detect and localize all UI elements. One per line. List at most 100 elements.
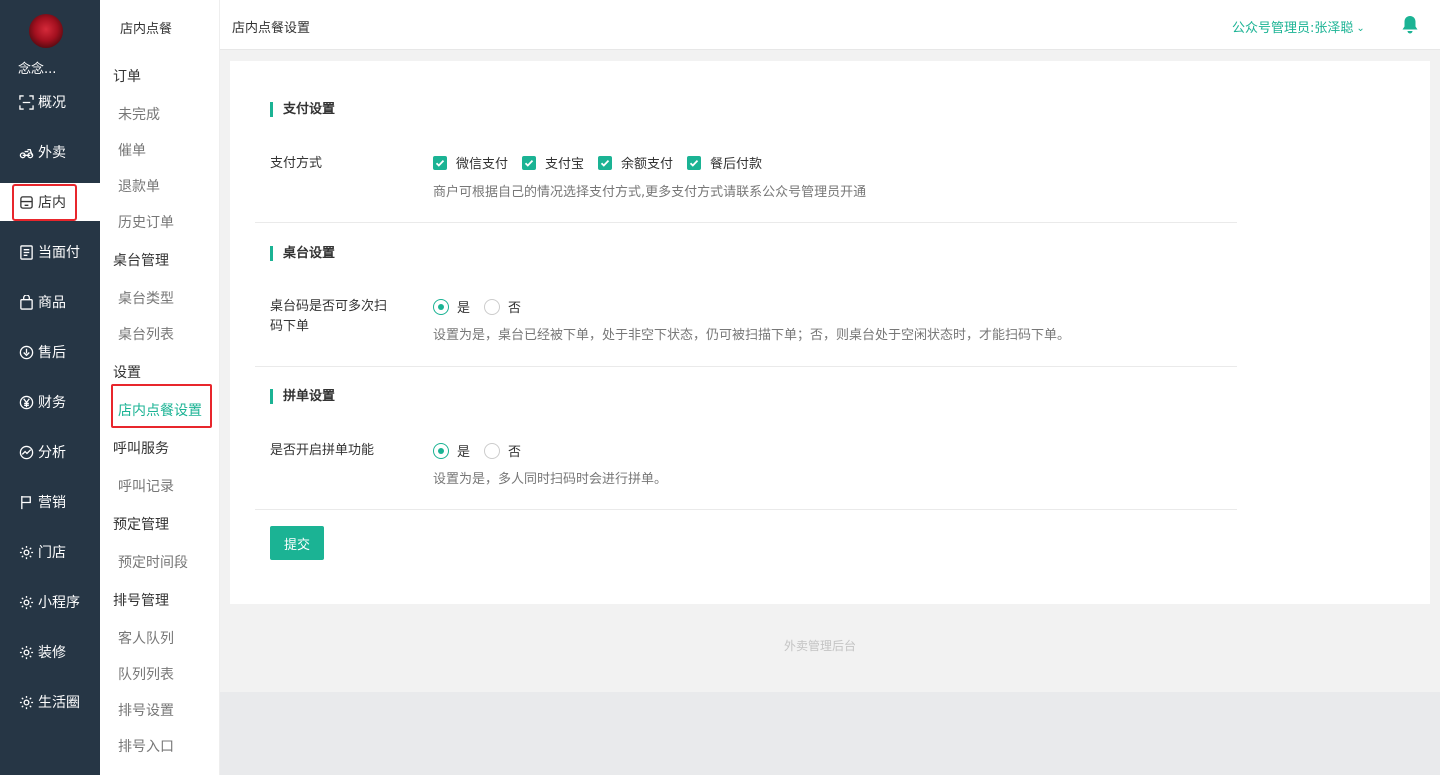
radio-label: 是 <box>457 301 471 316</box>
nav-item-mini-program[interactable]: 小程序 <box>0 583 100 621</box>
nav-item-finance[interactable]: 财务 <box>0 383 100 421</box>
gear-icon <box>18 644 34 660</box>
sub-link-reservation-slots[interactable]: 预定时间段 <box>118 552 188 572</box>
bag-icon <box>18 294 34 310</box>
radio-table-no[interactable]: 否 <box>484 297 521 316</box>
flag-icon <box>18 494 34 510</box>
gear-icon <box>18 544 34 560</box>
radio-label: 否 <box>508 445 522 460</box>
payment-options: 微信支付 支付宝 余额支付 餐后付款 <box>433 153 776 172</box>
nav-item-label: 小程序 <box>38 595 80 611</box>
main-content: 支付设置 支付方式 微信支付 支付宝 余额支付 餐后付款 商户可根据自己的情况选… <box>220 50 1440 692</box>
nav-item-label: 装修 <box>38 645 66 661</box>
payment-help-text: 商户可根据自己的情况选择支付方式,更多支付方式请联系公众号管理员开通 <box>433 185 867 200</box>
nav-item-label: 财务 <box>38 395 66 411</box>
sub-link-table-types[interactable]: 桌台类型 <box>118 288 174 308</box>
radio-label: 是 <box>457 445 471 460</box>
nav-item-face-pay[interactable]: 当面付 <box>0 233 100 271</box>
sub-menu: 店内点餐 订单 未完成 催单 退款单 历史订单 桌台管理 桌台类型 桌台列表 设… <box>100 0 220 775</box>
takeout-icon <box>18 144 34 160</box>
radio-selected-icon <box>433 442 449 459</box>
sub-group-orders: 订单 <box>113 69 141 85</box>
section-title-table: 桌台设置 <box>270 246 335 261</box>
table-multi-scan-options: 是 否 <box>433 297 535 316</box>
sub-group-settings: 设置 <box>113 365 141 381</box>
analytics-icon <box>18 444 34 460</box>
nav-item-takeout[interactable]: 外卖 <box>0 133 100 171</box>
section-title-payment: 支付设置 <box>270 102 335 117</box>
submit-button[interactable]: 提交 <box>270 526 324 560</box>
checkbox-checked-icon <box>433 155 447 170</box>
checkbox-checked-icon <box>522 155 537 170</box>
sub-link-call-records[interactable]: 呼叫记录 <box>118 476 174 496</box>
nav-item-overview[interactable]: 概况 <box>0 83 100 121</box>
sub-group-tables: 桌台管理 <box>113 253 169 269</box>
radio-selected-icon <box>433 298 449 315</box>
payment-method-label: 支付方式 <box>270 156 323 171</box>
radio-label: 否 <box>508 301 522 316</box>
group-order-help-text: 设置为是，多人同时扫码时会进行拼单。 <box>433 472 668 487</box>
nav-item-label: 生活圈 <box>38 695 80 711</box>
after-sale-icon <box>18 344 34 360</box>
nav-item-label: 营销 <box>38 495 66 511</box>
nav-item-marketing[interactable]: 营销 <box>0 483 100 521</box>
sub-link-dine-in-settings[interactable]: 店内点餐设置 <box>118 400 202 420</box>
face-pay-icon <box>18 244 34 260</box>
nav-item-decoration[interactable]: 装修 <box>0 633 100 671</box>
sub-link-queue-settings[interactable]: 排号设置 <box>118 700 174 720</box>
nav-item-stores[interactable]: 门店 <box>0 533 100 571</box>
nav-item-label: 分析 <box>38 445 66 461</box>
section-divider <box>255 509 1237 510</box>
nav-item-label: 售后 <box>38 345 66 361</box>
shop-name[interactable]: 念念... <box>18 58 56 77</box>
sub-link-reminders[interactable]: 催单 <box>118 140 146 160</box>
nav-item-life-circle[interactable]: 生活圈 <box>0 683 100 721</box>
table-help-text: 设置为是，桌台已经被下单，处于非空下状态，仍可被扫描下单；否，则桌台处于空闲状态… <box>433 328 1071 343</box>
label-line: 桌台码是否可多次扫 <box>270 299 388 314</box>
section-divider <box>255 222 1237 223</box>
gear-icon <box>18 594 34 610</box>
sub-link-unfinished[interactable]: 未完成 <box>118 104 160 124</box>
radio-unselected-icon <box>484 298 501 315</box>
bell-icon[interactable] <box>1401 15 1419 35</box>
radio-group-order-yes[interactable]: 是 <box>433 441 470 460</box>
nav-item-goods[interactable]: 商品 <box>0 283 100 321</box>
sub-menu-title: 店内点餐 <box>120 22 173 37</box>
admin-name: 公众号管理员:张泽聪 <box>1232 21 1354 36</box>
yen-icon <box>18 394 34 410</box>
checkbox-label: 微信支付 <box>456 157 509 172</box>
checkbox-alipay[interactable]: 支付宝 <box>522 153 584 172</box>
table-multi-scan-label: 桌台码是否可多次扫 码下单 <box>270 297 410 337</box>
nav-item-after-sale[interactable]: 售后 <box>0 333 100 371</box>
chevron-down-icon: ⌄ <box>1356 23 1365 34</box>
nav-item-label: 概况 <box>38 95 66 111</box>
radio-table-yes[interactable]: 是 <box>433 297 470 316</box>
checkbox-pay-after-meal[interactable]: 餐后付款 <box>687 153 762 172</box>
nav-item-store[interactable]: 店内 <box>0 183 100 221</box>
radio-group-order-no[interactable]: 否 <box>484 441 521 460</box>
main-nav: 念念... 概况 外卖 店内 当面付 商品 售后 财务 分析 营销 门店 小程序… <box>0 0 100 775</box>
sub-link-guest-queue[interactable]: 客人队列 <box>118 628 174 648</box>
sub-link-history-orders[interactable]: 历史订单 <box>118 212 174 232</box>
shop-avatar[interactable] <box>29 14 63 48</box>
store-icon <box>18 194 34 210</box>
admin-account-menu[interactable]: 公众号管理员:张泽聪 ⌄ <box>1232 17 1365 36</box>
top-bar: 店内点餐设置 公众号管理员:张泽聪 ⌄ <box>220 0 1440 50</box>
checkbox-balance-pay[interactable]: 余额支付 <box>598 153 673 172</box>
sub-group-call-service: 呼叫服务 <box>113 441 169 457</box>
sub-link-queue-list[interactable]: 队列列表 <box>118 664 174 684</box>
checkbox-checked-icon <box>598 155 613 170</box>
checkbox-checked-icon <box>687 155 702 170</box>
checkbox-label: 餐后付款 <box>710 157 763 172</box>
sub-link-queue-entry[interactable]: 排号入口 <box>118 736 174 756</box>
nav-item-label: 店内 <box>38 195 66 211</box>
section-divider <box>255 366 1237 367</box>
nav-item-label: 门店 <box>38 545 66 561</box>
nav-item-label: 当面付 <box>38 245 80 261</box>
checkbox-wechat-pay[interactable]: 微信支付 <box>433 153 508 172</box>
sub-group-reservations: 预定管理 <box>113 517 169 533</box>
nav-item-analytics[interactable]: 分析 <box>0 433 100 471</box>
sub-link-table-list[interactable]: 桌台列表 <box>118 324 174 344</box>
footer-text: 外卖管理后台 <box>783 639 856 653</box>
sub-link-refunds[interactable]: 退款单 <box>118 176 160 196</box>
